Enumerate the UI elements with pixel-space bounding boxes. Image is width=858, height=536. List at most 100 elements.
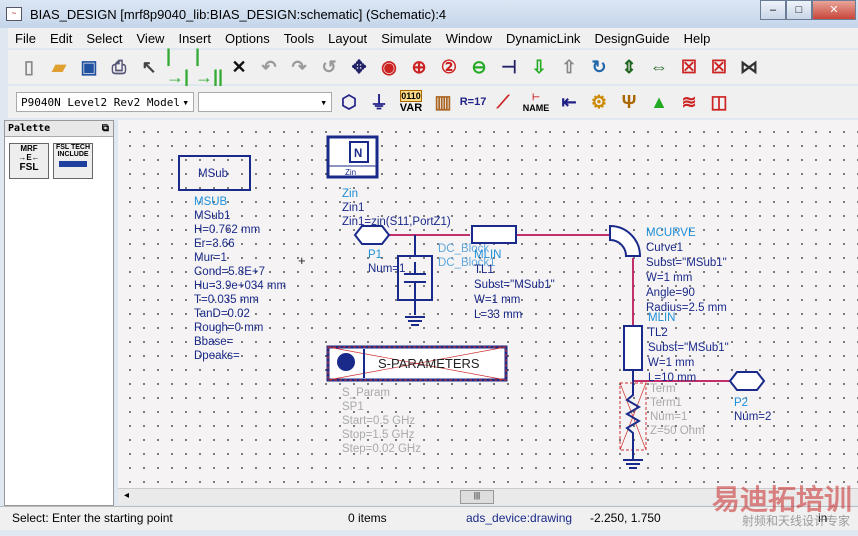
gear-icon[interactable]: ⚙ (586, 89, 612, 115)
bar-chart-icon[interactable]: ▥ (430, 89, 456, 115)
delete-icon[interactable]: ✕ (226, 54, 252, 80)
model-library-select[interactable]: P9040N Level2 Rev2 Model ▾ (16, 92, 194, 112)
term-param-line: Term1 (650, 397, 682, 409)
mirror-y-icon[interactable]: ⇔ (646, 54, 672, 80)
menu-select[interactable]: Select (79, 31, 129, 46)
schematic-canvas[interactable]: MSub MSUB MSub1 H=0.762 mm Er=3.66 Mur=1 Cond… (118, 120, 858, 488)
menu-view[interactable]: View (130, 31, 172, 46)
msub-param-line: T=0.035 mm (194, 294, 259, 306)
display-icon[interactable]: ◫ (706, 89, 732, 115)
zin-param-line: Zin1=zin(S11,PortZ1) (342, 216, 451, 228)
name-icon[interactable]: ⊢ NAME (520, 89, 552, 115)
msub-param-line: Cond=5.8E+7 (194, 266, 265, 278)
sparam-icon (337, 353, 355, 371)
chevron-down-icon: ▾ (320, 95, 327, 109)
tl1-param-line: W=1 mm (474, 294, 520, 306)
wire-icon[interactable]: ⟋ (490, 89, 516, 115)
term-param-line: Num=1 (650, 411, 687, 423)
port-icon[interactable]: ⬡ (336, 89, 362, 115)
msub-param-line: Rough=0 mm (194, 322, 263, 334)
ground-icon[interactable]: ⏚ (366, 89, 392, 115)
ground-symbol (623, 459, 643, 469)
var-icon[interactable]: 0110 VAR (396, 89, 426, 115)
msub-param-line: Bbase= (194, 336, 234, 348)
redo-icon[interactable]: ↷ (286, 54, 312, 80)
component-select[interactable]: ▾ (198, 92, 332, 112)
curve-param-line: W=1 mm (646, 272, 692, 284)
tl2-param-line: MLIN (648, 312, 675, 324)
palette-item-mrf-fsl[interactable]: MRF →E← FSL (9, 143, 49, 179)
menu-help[interactable]: Help (677, 31, 718, 46)
tl1-component[interactable] (471, 225, 517, 244)
menu-bar: File Edit Select View Insert Options Too… (8, 28, 858, 48)
zoom-area-icon[interactable]: ◉ (376, 54, 402, 80)
zin-param-line: Zin1 (342, 202, 364, 214)
menu-insert[interactable]: Insert (171, 31, 218, 46)
move-icon[interactable]: ✥ (346, 54, 372, 80)
term-param-line: Z=50 Ohm (650, 425, 705, 437)
deactivate-component-icon[interactable]: ☒ (676, 54, 702, 80)
msub-param-line: Er=3.66 (194, 238, 235, 250)
port-p1[interactable] (353, 225, 391, 245)
tune-icon[interactable]: ≋ (676, 89, 702, 115)
menu-designguide[interactable]: DesignGuide (587, 31, 676, 46)
pin-icon[interactable]: ⇤ (556, 89, 582, 115)
push-into-icon[interactable]: ⇩ (526, 54, 552, 80)
scroll-thumb[interactable]: ||| (460, 490, 494, 504)
component-icon[interactable]: ⊣ (496, 54, 522, 80)
p1-param-line: P1 (368, 249, 382, 261)
undock-icon[interactable]: ⧉ (102, 121, 109, 136)
undo-icon[interactable]: ↶ (256, 54, 282, 80)
palette-item-fsl-tech-include[interactable]: FSL TECH INCLUDE (53, 143, 93, 179)
curve-param-line: Subst="MSub1" (646, 257, 727, 269)
minimize-button[interactable]: – (760, 0, 786, 20)
zoom-2x-icon[interactable]: ② (436, 54, 462, 80)
curve-param-line: Curve1 (646, 242, 683, 254)
watermark-subtitle: 射频和天线设计专家 (741, 514, 850, 528)
main-toolbar: ▯ ▰ ▣ ⎙ ↖ |→| |→|| ✕ ↶ ↷ ↺ ✥ ◉ ⊕ ② ⊖ ⊣ ⇩… (8, 46, 858, 87)
redo-all-icon[interactable]: ↺ (316, 54, 342, 80)
menu-layout[interactable]: Layout (321, 31, 374, 46)
port-p2[interactable] (728, 371, 766, 391)
menu-window[interactable]: Window (439, 31, 499, 46)
resistor-value-icon[interactable]: R=17 (460, 89, 487, 115)
tl2-component[interactable] (623, 325, 643, 371)
curve1-component[interactable] (609, 224, 642, 257)
msub-param-line: Dpeaks= (194, 350, 240, 362)
menu-options[interactable]: Options (218, 31, 277, 46)
open-folder-icon[interactable]: ▰ (46, 54, 72, 80)
close-button[interactable]: ✕ (812, 0, 856, 20)
snap-icon[interactable]: ⋈ (736, 54, 762, 80)
zoom-in-icon[interactable]: ⊕ (406, 54, 432, 80)
term-param-line: Term (650, 383, 676, 395)
menu-tools[interactable]: Tools (277, 31, 321, 46)
rotate-icon[interactable]: ↻ (586, 54, 612, 80)
activate-component-icon[interactable]: ☒ (706, 54, 732, 80)
chevron-down-icon: ▾ (182, 95, 189, 109)
msub-param-line: H=0.762 mm (194, 224, 260, 236)
mirror-x-icon[interactable]: ⇕ (616, 54, 642, 80)
menu-simulate[interactable]: Simulate (374, 31, 439, 46)
menu-file[interactable]: File (8, 31, 43, 46)
menu-edit[interactable]: Edit (43, 31, 79, 46)
simulate-icon[interactable]: ▲ (646, 89, 672, 115)
ground-symbol (405, 316, 425, 326)
sparam-param-line: SP1 (342, 401, 364, 413)
new-file-icon[interactable]: ▯ (16, 54, 42, 80)
probe-icon[interactable]: Ψ (616, 89, 642, 115)
palette-panel: Palette ⧉ MRF →E← FSL FSL TECH INCLUDE (4, 120, 114, 506)
scroll-left-icon[interactable]: ◂ (124, 490, 129, 501)
status-coordinates: -2.250, 1.750 (590, 511, 661, 525)
menu-dynamiclink[interactable]: DynamicLink (499, 31, 587, 46)
save-icon[interactable]: ▣ (76, 54, 102, 80)
msub-param-line: MSUB (194, 196, 228, 208)
short-icon[interactable]: |→|| (195, 46, 223, 87)
tl1-param-line: Subst="MSub1" (474, 279, 555, 291)
msub-param-line: MSub1 (194, 210, 230, 222)
select-pointer-icon[interactable]: ↖ (136, 54, 162, 80)
pop-out-icon[interactable]: ⇧ (556, 54, 582, 80)
maximize-button[interactable]: □ (786, 0, 812, 20)
zoom-out-icon[interactable]: ⊖ (466, 54, 492, 80)
deactivate-icon[interactable]: |→| (166, 46, 192, 87)
print-icon[interactable]: ⎙ (106, 54, 132, 80)
